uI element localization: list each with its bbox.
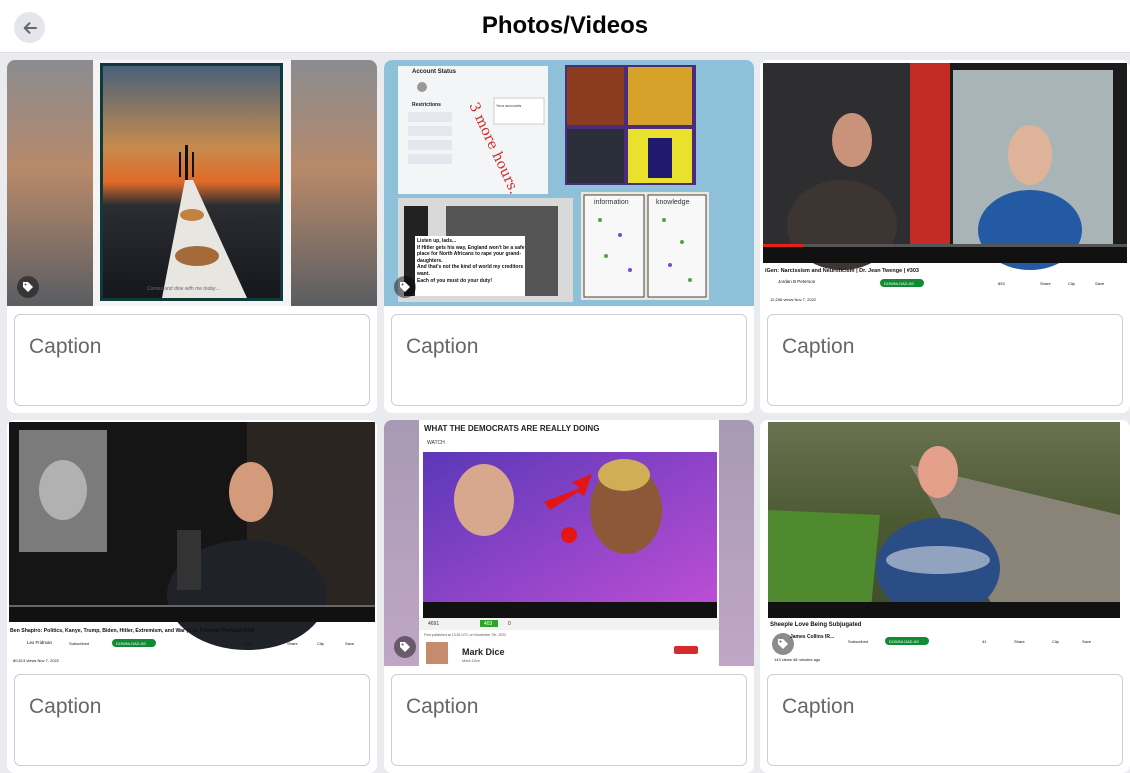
caption-input[interactable]: Caption [767, 674, 1123, 766]
view-count: 12,258 views Nov 7, 2022 [770, 297, 817, 302]
photo-thumbnail[interactable]: Account Status Restrictions 3 more hours… [384, 60, 754, 306]
channel-name: Lex Fridman [27, 640, 53, 645]
clip-button[interactable]: Clip [317, 641, 324, 646]
media-card-5: WHAT THE DEMOCRATS ARE REALLY DOING WATC… [384, 420, 754, 773]
painting-inscription: Comes and dine with me today… [147, 286, 221, 292]
caption-input[interactable]: Caption [391, 314, 747, 406]
tag-icon[interactable] [394, 636, 416, 658]
caption-placeholder: Caption [782, 695, 855, 718]
knowledge-label: knowledge [656, 199, 690, 206]
channel-name: Mark Dice [462, 647, 505, 657]
media-card-6: Sheeple Love Being Subjugated James Coll… [760, 420, 1130, 773]
share-button[interactable]: Share [287, 641, 298, 646]
information-label: information [594, 199, 629, 206]
share-button[interactable]: Share [1040, 281, 1051, 286]
media-card-4: Ben Shapiro: Politics, Kanye, Trump, Bid… [7, 420, 377, 773]
caption-input[interactable]: Caption [767, 314, 1123, 406]
channel-subtitle: Mark Dice [462, 658, 481, 663]
clip-button[interactable]: Clip [1052, 639, 1059, 644]
download-button[interactable]: DOWNLOAD AS [889, 639, 919, 644]
save-button[interactable]: Save [1082, 639, 1091, 644]
photo-thumbnail[interactable]: Ben Shapiro: Politics, Kanye, Trump, Bid… [7, 420, 377, 666]
channel-name: James Collins IR... [790, 634, 835, 640]
video-screenshot [760, 420, 1130, 666]
account-status-label: Account Status [412, 69, 457, 75]
caption-placeholder: Caption [29, 335, 102, 358]
download-button[interactable]: DOWNLOAD AS [884, 281, 914, 286]
media-card-3: iGen: Narcissism and Neuroticism | Dr. J… [760, 60, 1130, 413]
video-title: iGen: Narcissism and Neuroticism | Dr. J… [765, 268, 919, 274]
caption-placeholder: Caption [406, 695, 479, 718]
video-title: Sheeple Love Being Subjugated [770, 622, 862, 628]
tag-icon[interactable] [772, 633, 794, 655]
dislike-count[interactable]: 0 [508, 621, 511, 627]
like-count: 41 [982, 639, 987, 644]
tag-icon[interactable] [17, 276, 39, 298]
video-title: Ben Shapiro: Politics, Kanye, Trump, Bid… [10, 628, 255, 634]
save-button[interactable]: Save [345, 641, 354, 646]
watch-tab[interactable]: WATCH [427, 440, 445, 446]
photo-thumbnail[interactable]: Comes and dine with me today… [7, 60, 377, 306]
publish-date: First published at 13:30 UTC on November… [424, 633, 507, 637]
restrictions-label: Restrictions [412, 102, 441, 108]
clip-button[interactable]: Clip [1068, 281, 1075, 286]
subscribed-button[interactable]: Subscribed [69, 641, 89, 646]
caption-placeholder: Caption [406, 335, 479, 358]
download-button[interactable]: DOWNLOAD AS [116, 641, 146, 646]
view-count: 80,513 views Nov 7, 2022 [13, 658, 60, 663]
video-headline: WHAT THE DEMOCRATS ARE REALLY DOING [424, 424, 600, 433]
header-bar: Photos/Videos [0, 0, 1130, 53]
caption-placeholder: Caption [782, 335, 855, 358]
view-count: 4691 [428, 621, 440, 627]
like-count: 893 [998, 281, 1005, 286]
channel-name: Jordan B Peterson [778, 279, 816, 284]
your-accounts-label: Your accounts [496, 103, 522, 108]
view-count: 143 views 48 minutes ago [774, 657, 821, 662]
like-count: 4.9K [243, 641, 252, 646]
media-card-2: Account Status Restrictions 3 more hours… [384, 60, 754, 413]
photo-thumbnail[interactable]: iGen: Narcissism and Neuroticism | Dr. J… [760, 60, 1130, 306]
cartoon-line: Each of you must do your duty! [417, 277, 493, 284]
cartoon-line: Listen up, lads... [417, 238, 457, 244]
video-screenshot [384, 420, 754, 666]
like-count[interactable]: 403 [484, 621, 492, 627]
cartoon-caption: Listen up, lads... If Hitler gets his wa… [417, 238, 525, 284]
cartoon-line: If Hitler gets his way, England won't be… [417, 244, 525, 264]
page-title: Photos/Videos [481, 12, 649, 39]
subscribed-button[interactable]: Subscribed [848, 639, 868, 644]
cartoon-line: And that's not the kind of world my cred… [417, 264, 524, 277]
caption-input[interactable]: Caption [14, 674, 370, 766]
caption-input[interactable]: Caption [14, 314, 370, 406]
tag-icon[interactable] [394, 276, 416, 298]
photo-thumbnail[interactable]: Sheeple Love Being Subjugated James Coll… [760, 420, 1130, 666]
save-button[interactable]: Save [1095, 281, 1104, 286]
painting-photo [7, 60, 377, 306]
caption-placeholder: Caption [29, 695, 102, 718]
photo-thumbnail[interactable]: WHAT THE DEMOCRATS ARE REALLY DOING WATC… [384, 420, 754, 666]
media-card-1: Comes and dine with me today… Caption [7, 60, 377, 413]
caption-input[interactable]: Caption [391, 674, 747, 766]
share-button[interactable]: Share [1014, 639, 1025, 644]
